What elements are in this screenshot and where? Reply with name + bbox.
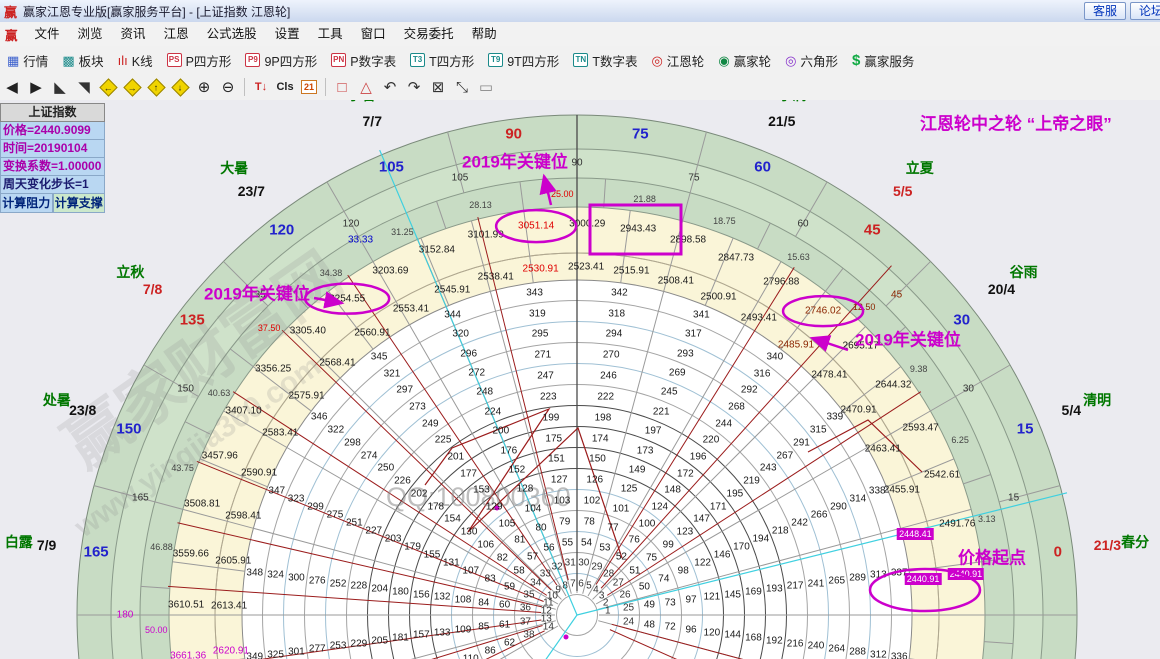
titlebar-buttons: 客服论坛 [1084,2,1160,20]
menu-item-工具[interactable]: 工具 [309,24,352,44]
toolbar-item-P四方形[interactable]: PS P四方形 [160,48,239,72]
titlebar-button-论坛[interactable]: 论坛 [1130,2,1160,20]
menu-item-江恩[interactable]: 江恩 [155,24,198,44]
toolbar-item-label: K线 [132,51,153,70]
toolbar-item-label: 赢家服务 [864,51,914,70]
toolbar-item-T四方形[interactable]: T3 T四方形 [403,48,481,72]
toolbar-item-label: 赢家轮 [734,51,772,70]
t-down-icon[interactable]: T↓ [249,76,273,98]
diamond-down-icon[interactable]: ↓ [168,76,192,98]
menu-item-文件[interactable]: 文件 [26,24,69,44]
toolbar-item-label: T四方形 [429,51,474,70]
hexagon-icon: ◎ [785,54,796,67]
rotate-cw-icon[interactable]: ↷ [402,76,426,98]
tri-down-icon[interactable]: ◥ [72,76,96,98]
pn-chip-icon: PN [331,53,346,67]
arrow-right-icon[interactable]: ▶ [24,76,48,98]
toolbar-separator [244,78,245,96]
diamond-left-icon[interactable]: ← [96,76,120,98]
toolbar-item-江恩轮[interactable]: ◎ 江恩轮 [644,48,711,72]
main-toolbar: ▦ 行情 ▩ 板块 ılı K线 PS P四方形 P9 9P四方形 PN P数字表 T3 T四方形 T9 9T… [0,46,1160,75]
blocks-icon: ▩ [62,54,74,67]
toolbar-item-9T四方形[interactable]: T9 9T四方形 [481,48,566,72]
menu-item-设置[interactable]: 设置 [266,24,309,44]
menu-item-窗口[interactable]: 窗口 [352,24,395,44]
toolbar-item-label: 行情 [23,51,48,70]
quote-panel: 上证指数 价格=2440.9099时间=20190104变换系数=1.00000… [0,103,105,213]
toolbar-item-板块[interactable]: ▩ 板块 [55,48,110,72]
rotate-ccw-icon[interactable]: ↶ [378,76,402,98]
toolbar-item-label: 9P四方形 [264,51,317,70]
diamond-up-icon[interactable]: ↑ [144,76,168,98]
boxed-x-icon[interactable]: ⊠ [426,76,450,98]
candles-icon: ılı [118,54,128,67]
titlebar-button-客服[interactable]: 客服 [1084,2,1126,20]
toolbar-item-T数字表[interactable]: TN T数字表 [566,48,644,72]
menu-item-帮助[interactable]: 帮助 [463,24,506,44]
toolbar-item-行情[interactable]: ▦ 行情 [0,48,55,72]
dollar-icon: $ [852,54,860,67]
panel-row-3: 周天变化步长=1 [0,176,105,194]
winner-wheel-icon: ◉ [718,54,729,67]
toolbar-item-六角形[interactable]: ◎ 六角形 [778,48,845,72]
menu-item-公式选股[interactable]: 公式选股 [198,24,266,44]
menu-item-交易委托[interactable]: 交易委托 [395,24,463,44]
menu-item-浏览[interactable]: 浏览 [69,24,112,44]
arrow-left-icon[interactable]: ◀ [0,76,24,98]
fit-icon[interactable]: ⤡ [450,76,474,98]
menu-item-资讯[interactable]: 资讯 [112,24,155,44]
annotation-layer [0,100,1160,659]
toolbar-item-label: T数字表 [592,51,637,70]
panel-button-计算阻力[interactable]: 计算阻力 [0,194,53,213]
tn-chip-icon: TN [573,53,588,67]
instrument-name: 上证指数 [0,103,105,122]
window-title: 赢家江恩专业版[赢家服务平台] - [上证指数 江恩轮] [23,3,290,20]
toolbar-item-P数字表[interactable]: PN P数字表 [324,48,403,72]
t9-chip-icon: T9 [488,53,503,67]
toolbar-item-K线[interactable]: ılı K线 [111,48,160,72]
toolbar-item-label: 9T四方形 [507,51,559,70]
toolbar-item-9P四方形[interactable]: P9 9P四方形 [238,48,324,72]
monitor-icon[interactable]: ▭ [474,76,498,98]
calendar-icon[interactable]: 21 [297,76,321,98]
diamond-right-icon[interactable]: → [120,76,144,98]
toolbar-item-label: P四方形 [186,51,232,70]
panel-row-2: 变换系数=1.00000 [0,158,105,176]
cls-button[interactable]: Cls [273,76,297,98]
app-logo-icon: 赢 [4,2,17,21]
grid-icon: ▦ [7,54,19,67]
menu-logo-icon: 赢 [5,25,18,44]
gann-wheel-icon: ◎ [651,54,662,67]
toolbar-item-赢家服务[interactable]: $ 赢家服务 [845,48,921,72]
toolbar-item-label: 六角形 [801,51,839,70]
gann-wheel-chart[interactable]: QQ:100800360赢家财富网www.yingjia360.com 1234… [0,100,1160,659]
toolbar-item-label: 江恩轮 [667,51,705,70]
p9-chip-icon: P9 [245,53,260,67]
tri-left-icon[interactable]: ◣ [48,76,72,98]
ps-chip-icon: PS [167,53,182,67]
toolbar-separator [325,78,326,96]
title-bar: 赢 赢家江恩专业版[赢家服务平台] - [上证指数 江恩轮] 客服论坛 [0,0,1160,23]
panel-row-1: 时间=20190104 [0,140,105,158]
zoom-out-icon[interactable]: ⊖ [216,76,240,98]
panel-button-计算支撑[interactable]: 计算支撑 [53,194,106,213]
triangle-tool-icon[interactable]: △ [354,76,378,98]
t3-chip-icon: T3 [410,53,425,67]
zoom-in-icon[interactable]: ⊕ [192,76,216,98]
toolbar-item-label: P数字表 [350,51,396,70]
toolbar-item-赢家轮[interactable]: ◉ 赢家轮 [711,48,778,72]
toolbar-item-label: 板块 [79,51,104,70]
panel-row-0: 价格=2440.9099 [0,122,105,140]
rect-tool-icon[interactable]: □ [330,76,354,98]
drawing-toolbar: ◀▶◣◥←→↑↓⊕⊖ T↓Cls21 □△↶↷⊠⤡▭ [0,74,1160,101]
menu-bar: 赢 文件浏览资讯江恩公式选股设置工具窗口交易委托帮助 [0,22,1160,47]
